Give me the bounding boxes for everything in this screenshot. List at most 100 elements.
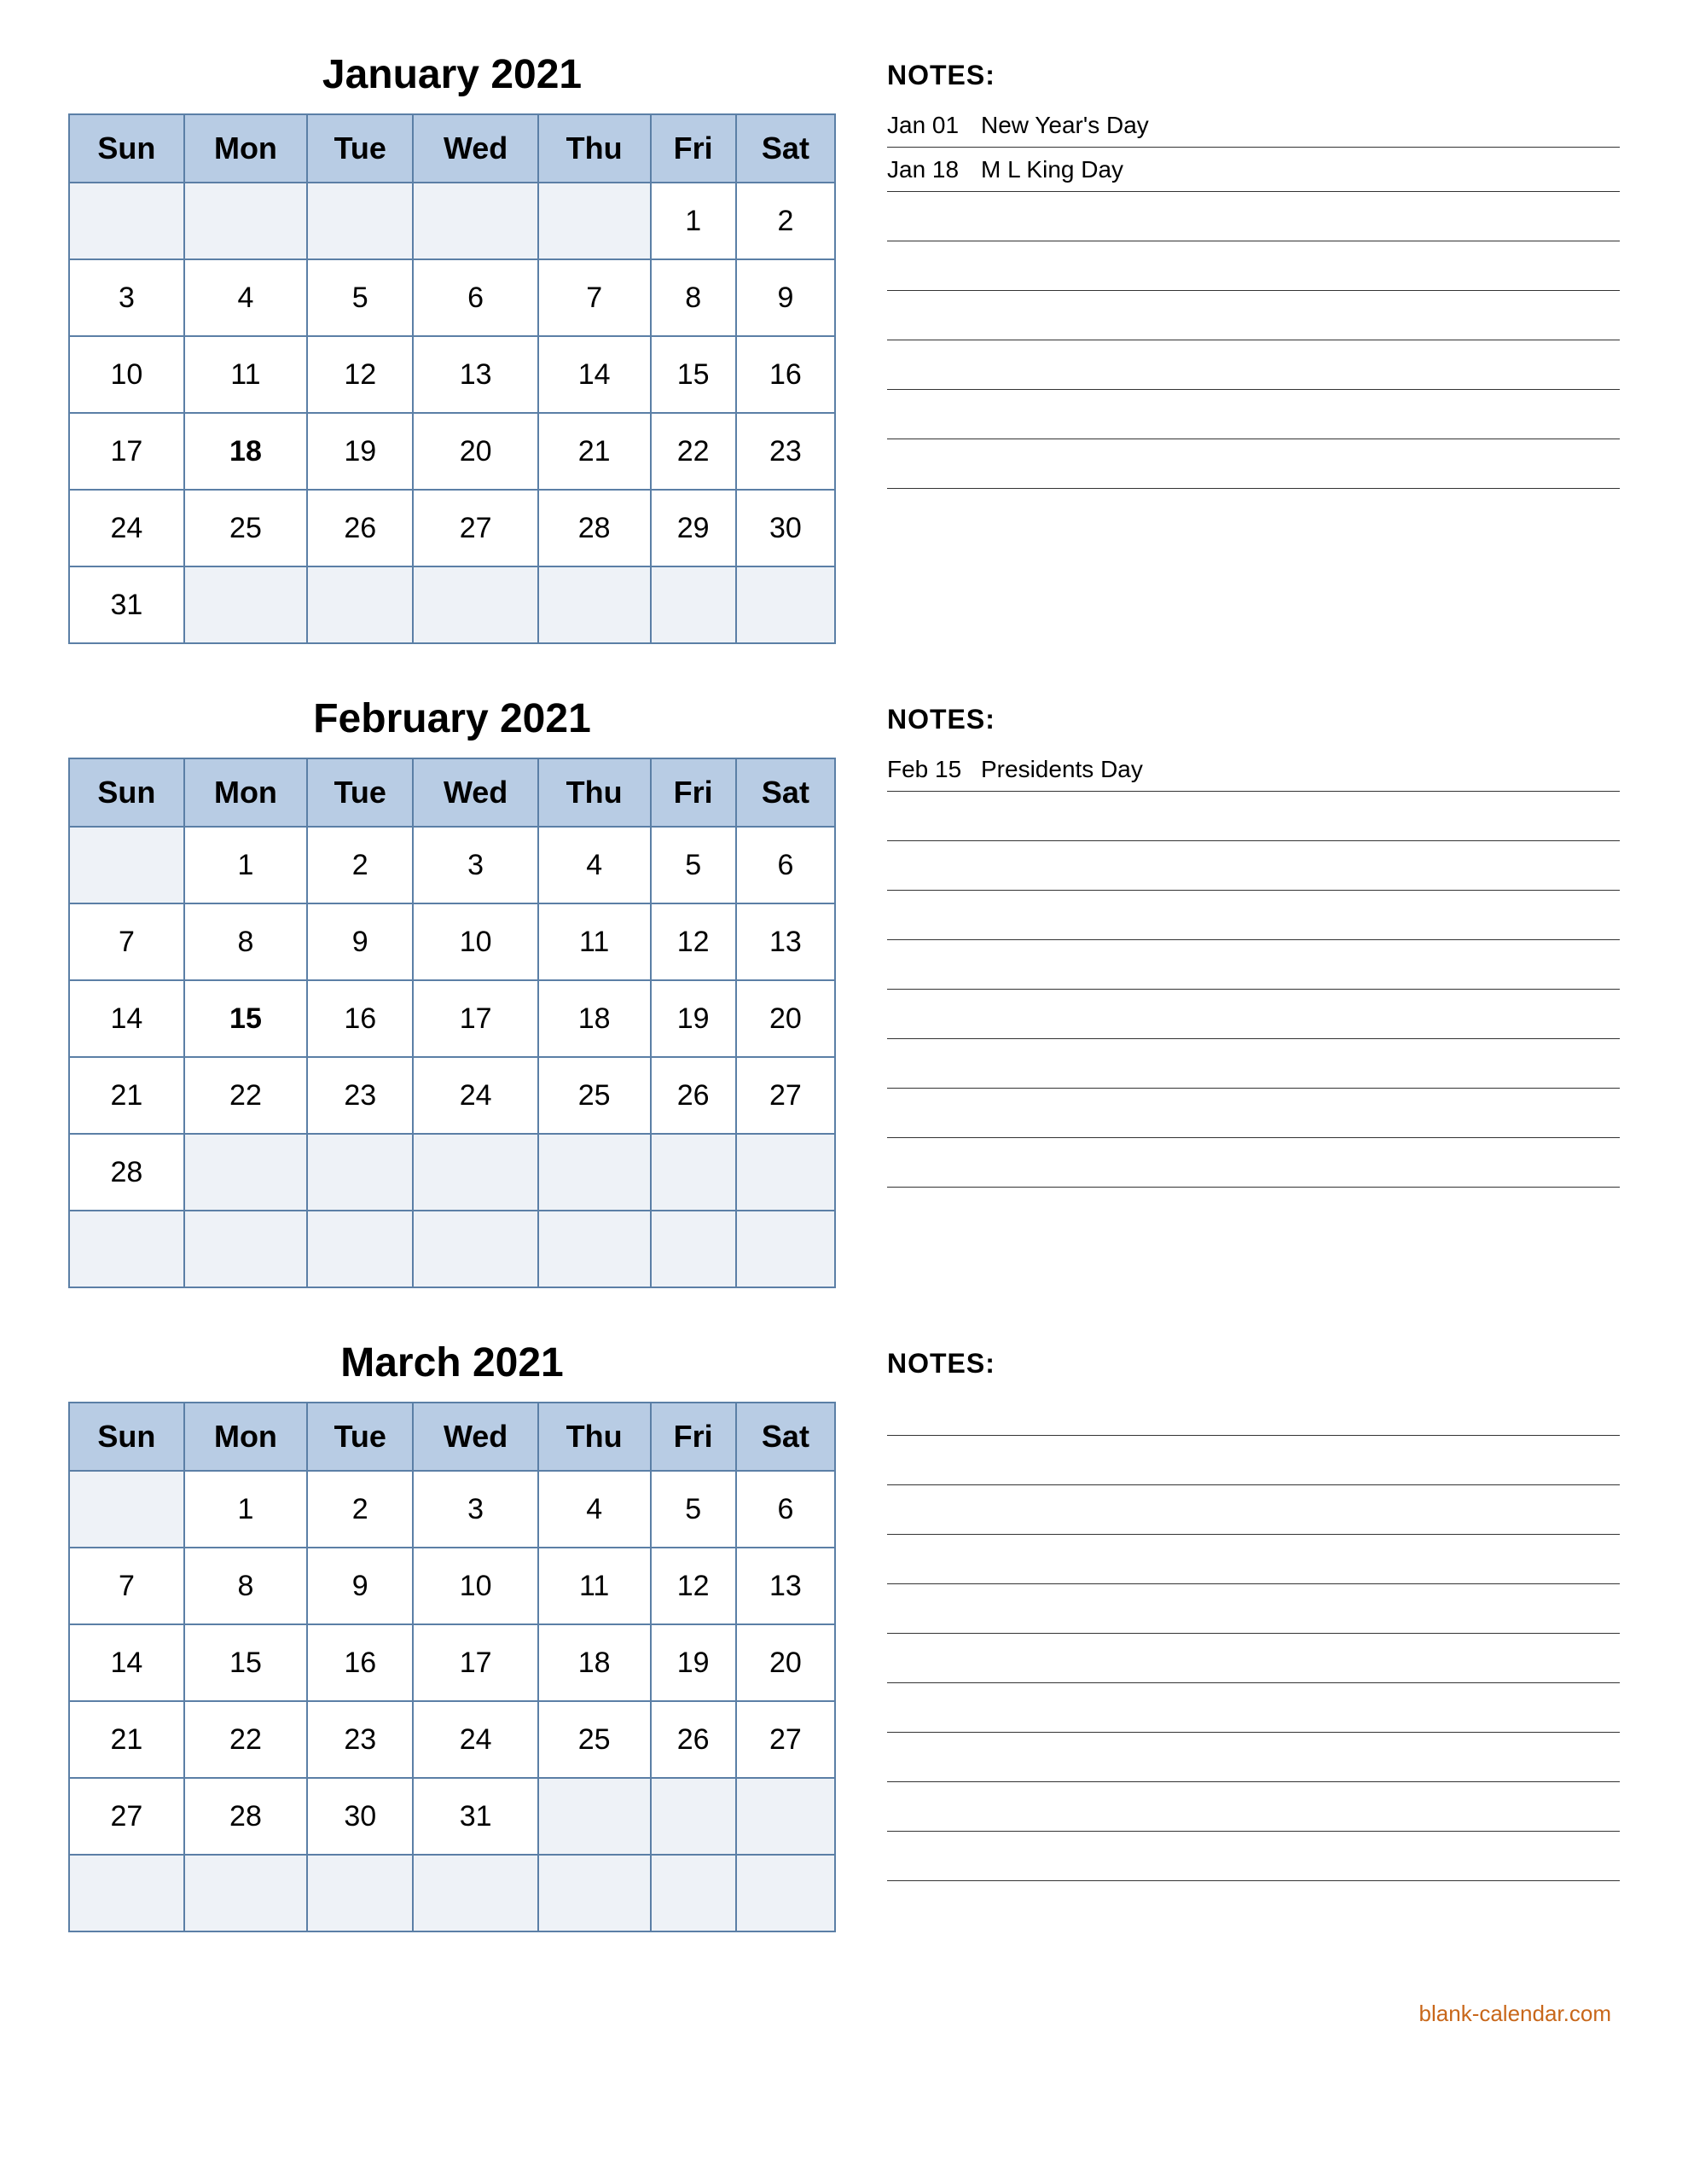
day-cell-0-4-0: 24 xyxy=(69,490,184,566)
notes-label-1: NOTES: xyxy=(887,704,1620,735)
day-cell-0-2-4: 14 xyxy=(538,336,651,413)
col-header-Sun: Sun xyxy=(69,1403,184,1471)
day-cell-0-5-5 xyxy=(651,566,736,643)
week-row-2-4: 27283031 xyxy=(69,1778,835,1855)
day-cell-1-4-3 xyxy=(413,1134,537,1211)
col-header-Sun: Sun xyxy=(69,114,184,183)
col-header-Sat: Sat xyxy=(736,1403,835,1471)
day-cell-1-4-2 xyxy=(307,1134,413,1211)
day-cell-0-4-4: 28 xyxy=(538,490,651,566)
day-cell-0-3-1: 18 xyxy=(184,413,307,490)
day-cell-2-4-2: 30 xyxy=(307,1778,413,1855)
notes-blank-2-5 xyxy=(887,1639,1620,1683)
notes-blank-1-7 xyxy=(887,1143,1620,1188)
notes-entry-0-0: Jan 01New Year's Day xyxy=(887,103,1620,148)
day-cell-0-0-5: 1 xyxy=(651,183,736,259)
month-section-1: February 2021SunMonTueWedThuFriSat123456… xyxy=(68,695,1620,1288)
day-cell-1-4-6 xyxy=(736,1134,835,1211)
day-cell-1-3-0: 21 xyxy=(69,1057,184,1134)
week-row-0-5: 31 xyxy=(69,566,835,643)
notes-blank-0-3 xyxy=(887,346,1620,390)
day-cell-2-5-6 xyxy=(736,1855,835,1931)
col-header-Tue: Tue xyxy=(307,114,413,183)
notes-blank-0-0 xyxy=(887,197,1620,241)
col-header-Wed: Wed xyxy=(413,758,537,827)
notes-label-0: NOTES: xyxy=(887,60,1620,91)
col-header-Wed: Wed xyxy=(413,1403,537,1471)
day-cell-1-1-1: 8 xyxy=(184,903,307,980)
day-cell-1-1-4: 11 xyxy=(538,903,651,980)
day-cell-1-3-2: 23 xyxy=(307,1057,413,1134)
day-cell-1-0-5: 5 xyxy=(651,827,736,903)
day-cell-1-2-2: 16 xyxy=(307,980,413,1057)
day-cell-1-3-4: 25 xyxy=(538,1057,651,1134)
day-cell-1-3-6: 27 xyxy=(736,1057,835,1134)
calendar-table-0: SunMonTueWedThuFriSat1234567891011121314… xyxy=(68,113,836,644)
day-cell-2-5-0 xyxy=(69,1855,184,1931)
day-cell-2-1-3: 10 xyxy=(413,1548,537,1624)
day-cell-2-4-6 xyxy=(736,1778,835,1855)
day-cell-1-2-4: 18 xyxy=(538,980,651,1057)
day-cell-1-1-2: 9 xyxy=(307,903,413,980)
day-cell-1-5-6 xyxy=(736,1211,835,1287)
day-cell-0-4-6: 30 xyxy=(736,490,835,566)
day-cell-0-5-2 xyxy=(307,566,413,643)
calendar-table-1: SunMonTueWedThuFriSat1234567891011121314… xyxy=(68,758,836,1288)
notes-blank-2-2 xyxy=(887,1490,1620,1535)
day-cell-2-3-0: 21 xyxy=(69,1701,184,1778)
day-cell-0-4-3: 27 xyxy=(413,490,537,566)
day-cell-0-4-2: 26 xyxy=(307,490,413,566)
day-cell-1-4-1 xyxy=(184,1134,307,1211)
day-cell-1-1-0: 7 xyxy=(69,903,184,980)
day-cell-1-2-1: 15 xyxy=(184,980,307,1057)
day-cell-1-1-6: 13 xyxy=(736,903,835,980)
week-row-1-2: 14151617181920 xyxy=(69,980,835,1057)
day-cell-2-2-1: 15 xyxy=(184,1624,307,1701)
notes-blank-1-5 xyxy=(887,1044,1620,1089)
day-cell-2-0-5: 5 xyxy=(651,1471,736,1548)
col-header-Mon: Mon xyxy=(184,114,307,183)
day-cell-1-5-5 xyxy=(651,1211,736,1287)
week-row-1-3: 21222324252627 xyxy=(69,1057,835,1134)
day-cell-2-1-5: 12 xyxy=(651,1548,736,1624)
month-title-0: January 2021 xyxy=(68,51,836,98)
day-cell-0-5-0: 31 xyxy=(69,566,184,643)
notes-blank-2-7 xyxy=(887,1738,1620,1782)
day-cell-2-0-2: 2 xyxy=(307,1471,413,1548)
day-cell-2-5-2 xyxy=(307,1855,413,1931)
col-header-Fri: Fri xyxy=(651,758,736,827)
day-cell-2-5-1 xyxy=(184,1855,307,1931)
day-cell-2-2-0: 14 xyxy=(69,1624,184,1701)
col-header-Fri: Fri xyxy=(651,114,736,183)
col-header-Tue: Tue xyxy=(307,1403,413,1471)
day-cell-2-5-5 xyxy=(651,1855,736,1931)
day-cell-1-2-5: 19 xyxy=(651,980,736,1057)
notes-entry-0-1: Jan 18M L King Day xyxy=(887,148,1620,192)
day-cell-2-3-4: 25 xyxy=(538,1701,651,1778)
day-cell-2-3-2: 23 xyxy=(307,1701,413,1778)
day-cell-0-0-0 xyxy=(69,183,184,259)
day-cell-0-3-2: 19 xyxy=(307,413,413,490)
day-cell-2-3-1: 22 xyxy=(184,1701,307,1778)
notes-blank-2-1 xyxy=(887,1441,1620,1485)
week-row-0-2: 10111213141516 xyxy=(69,336,835,413)
col-header-Sat: Sat xyxy=(736,114,835,183)
day-cell-1-3-5: 26 xyxy=(651,1057,736,1134)
day-cell-1-3-3: 24 xyxy=(413,1057,537,1134)
day-cell-1-5-1 xyxy=(184,1211,307,1287)
day-cell-2-2-4: 18 xyxy=(538,1624,651,1701)
notes-entry-text-0-1: M L King Day xyxy=(981,156,1123,183)
day-cell-0-2-3: 13 xyxy=(413,336,537,413)
col-header-Tue: Tue xyxy=(307,758,413,827)
day-cell-2-1-6: 13 xyxy=(736,1548,835,1624)
day-cell-0-1-0: 3 xyxy=(69,259,184,336)
calendar-block-2: March 2021SunMonTueWedThuFriSat123456789… xyxy=(68,1339,836,1932)
week-row-2-2: 14151617181920 xyxy=(69,1624,835,1701)
calendar-block-0: January 2021SunMonTueWedThuFriSat1234567… xyxy=(68,51,836,644)
col-header-Thu: Thu xyxy=(538,758,651,827)
day-cell-1-4-5 xyxy=(651,1134,736,1211)
day-cell-0-4-5: 29 xyxy=(651,490,736,566)
day-cell-0-3-0: 17 xyxy=(69,413,184,490)
notes-blank-1-0 xyxy=(887,797,1620,841)
day-cell-2-1-0: 7 xyxy=(69,1548,184,1624)
